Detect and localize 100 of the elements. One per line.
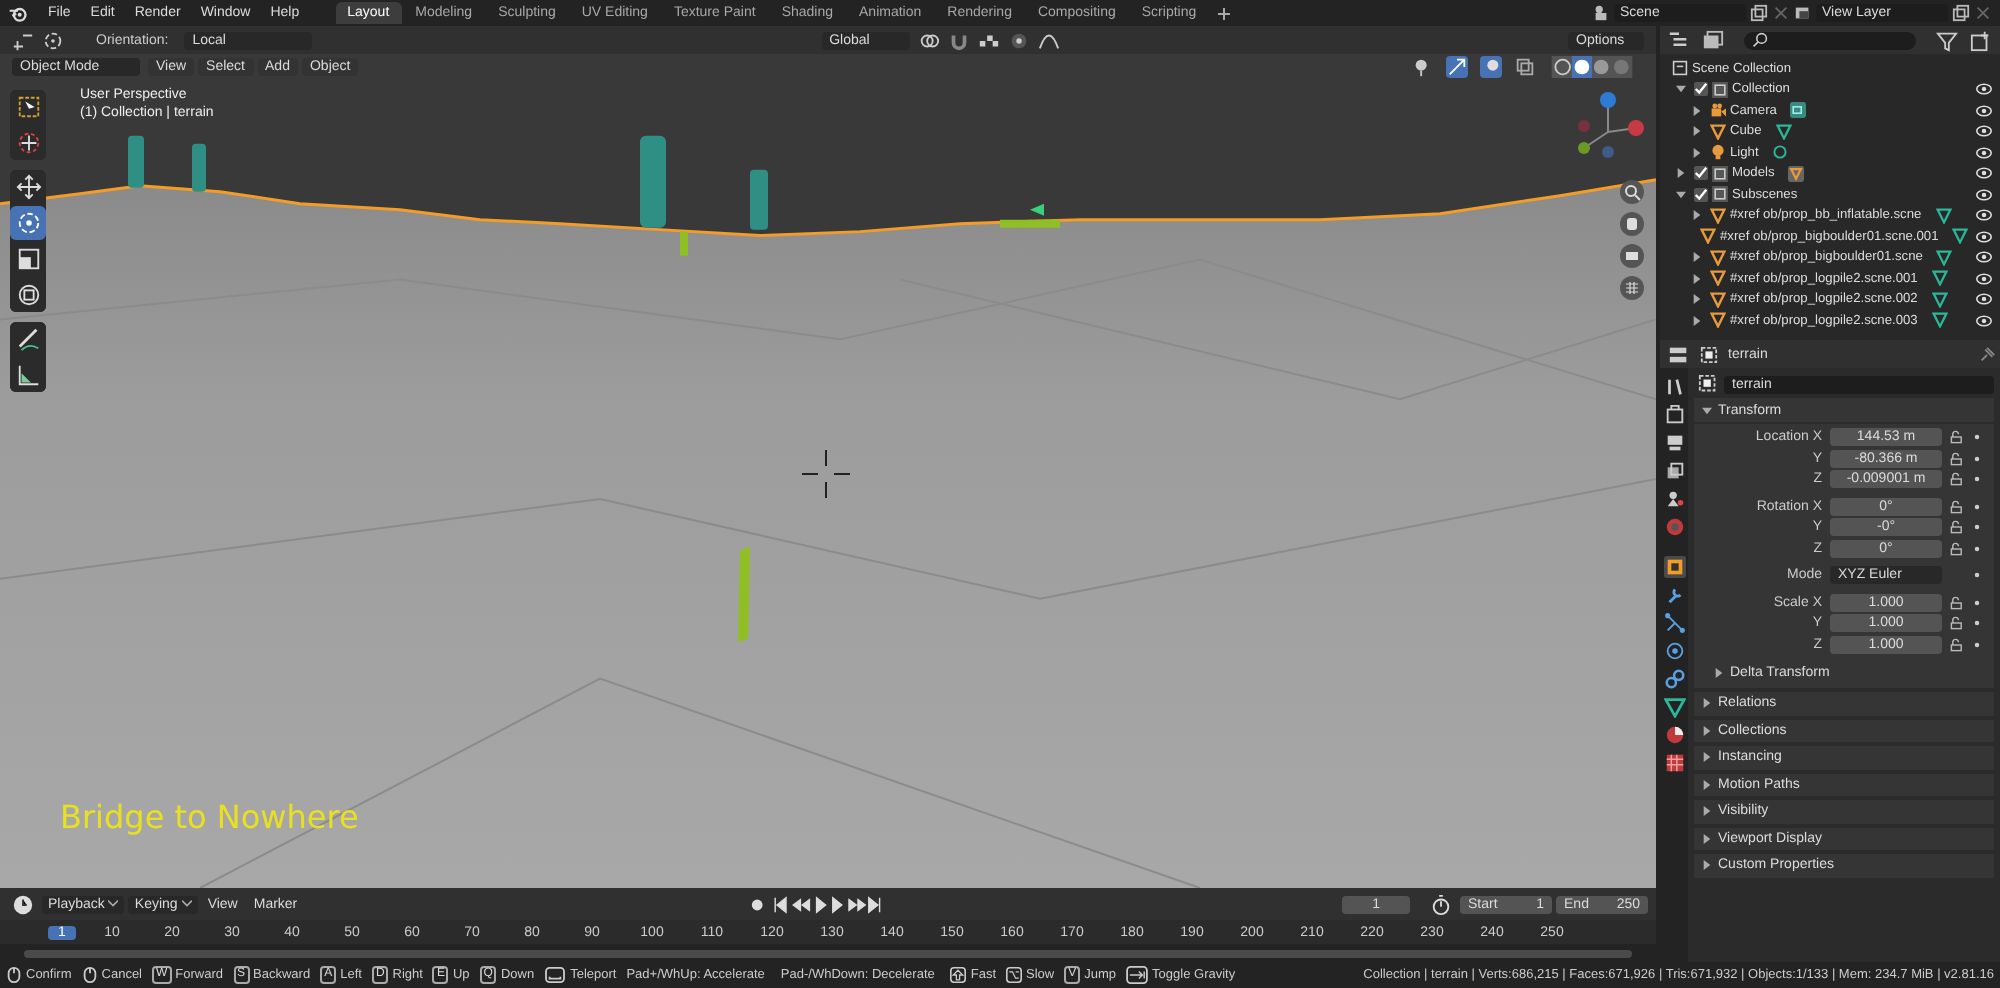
- shading-mode-icon[interactable]: [1548, 56, 1636, 78]
- keyframe-dot-icon[interactable]: [1974, 572, 1980, 579]
- physics-tab-icon[interactable]: [1663, 640, 1685, 662]
- eye-icon[interactable]: [1976, 250, 1992, 265]
- camera-icon[interactable]: [1620, 244, 1644, 268]
- grid-icon[interactable]: [1620, 276, 1644, 300]
- eye-icon[interactable]: [1976, 208, 1992, 223]
- pivot-point-icon[interactable]: [917, 29, 940, 51]
- eye-icon[interactable]: [1976, 292, 1992, 307]
- keyframe-dot-icon[interactable]: [1974, 434, 1980, 441]
- copy-icon[interactable]: [1952, 4, 1970, 22]
- object-tab-icon[interactable]: [1663, 556, 1685, 578]
- lock-icon[interactable]: [1950, 520, 1964, 535]
- checkbox[interactable]: [1694, 166, 1708, 181]
- keyframe-dot-icon[interactable]: [1974, 455, 1980, 462]
- camera-data-icon[interactable]: [1790, 102, 1807, 119]
- modifier-tab-icon[interactable]: [1663, 584, 1685, 606]
- collection-icon: [1712, 81, 1728, 98]
- expand-down-icon[interactable]: [1676, 84, 1686, 95]
- data-tab-icon[interactable]: [1663, 696, 1685, 718]
- gizmo-toggle-icon[interactable]: [1446, 56, 1468, 78]
- texture-tab-icon[interactable]: [1663, 752, 1685, 774]
- lock-icon[interactable]: [1950, 616, 1964, 631]
- expand-down-icon: [1702, 405, 1712, 415]
- lock-icon[interactable]: [1950, 637, 1964, 652]
- mesh-data-icon[interactable]: [1788, 165, 1805, 182]
- expand-down-icon[interactable]: [1676, 189, 1686, 200]
- caret-icon: [181, 900, 192, 908]
- eye-icon[interactable]: [1976, 313, 1992, 328]
- expand-right-icon[interactable]: [1692, 210, 1702, 221]
- clock-icon[interactable]: [12, 893, 34, 915]
- lock-icon[interactable]: [1950, 541, 1964, 556]
- proportional-edit-icon[interactable]: [1007, 29, 1030, 51]
- tab-key-icon: [1126, 966, 1149, 984]
- spacebar-icon: [544, 966, 567, 984]
- hand-icon[interactable]: [1620, 212, 1644, 236]
- eye-icon[interactable]: [1976, 124, 1992, 139]
- view-layer-tab-icon[interactable]: [1663, 460, 1685, 482]
- particles-tab-icon[interactable]: [1663, 612, 1685, 634]
- stopwatch-icon[interactable]: [1430, 893, 1453, 915]
- output-tab-icon[interactable]: [1663, 432, 1685, 454]
- zoom-icon[interactable]: [1620, 180, 1644, 204]
- transform-tool-icon[interactable]: [10, 278, 46, 312]
- checkbox[interactable]: [1694, 187, 1708, 202]
- outliner-editor-icon[interactable]: [1668, 29, 1690, 51]
- xray-icon[interactable]: [1514, 56, 1536, 78]
- lock-icon[interactable]: [1950, 472, 1964, 487]
- light-bulb-icon: [1710, 144, 1726, 161]
- shift-key-icon: [950, 966, 967, 984]
- lock-icon[interactable]: [1950, 595, 1964, 610]
- eye-icon[interactable]: [1976, 229, 1993, 244]
- transform-pivot-icon[interactable]: [12, 29, 34, 51]
- blender-logo-icon[interactable]: [8, 3, 28, 23]
- overlay-toggle-icon[interactable]: [1480, 56, 1502, 78]
- copy-icon[interactable]: [1750, 4, 1768, 22]
- falloff-curve-icon[interactable]: [1037, 29, 1060, 51]
- display-mode-icon[interactable]: [1702, 29, 1724, 51]
- keyframe-dot-icon[interactable]: [1974, 620, 1980, 627]
- pin-icon[interactable]: [1978, 345, 1996, 363]
- rotate-tool-icon[interactable]: [10, 206, 46, 240]
- eye-icon[interactable]: [1976, 187, 1992, 202]
- object-icon[interactable]: [1698, 373, 1720, 395]
- lock-icon[interactable]: [1950, 430, 1964, 445]
- scene-tab-icon[interactable]: [1663, 488, 1685, 510]
- expand-right-icon: [1714, 668, 1724, 678]
- caption-text: Bridge to Nowhere: [60, 798, 359, 836]
- tool-tab-icon[interactable]: [1663, 376, 1685, 398]
- expand-right-icon: [1702, 725, 1712, 736]
- keyframe-dot-icon[interactable]: [1974, 503, 1980, 510]
- search-field[interactable]: [1744, 31, 1916, 49]
- mesh-data-icon[interactable]: [1775, 123, 1792, 140]
- lock-icon[interactable]: [1950, 451, 1964, 466]
- view-layer-icon[interactable]: [1794, 4, 1812, 22]
- render-tab-icon[interactable]: [1663, 404, 1685, 426]
- eye-icon[interactable]: [1976, 145, 1992, 160]
- keyframe-dot-icon[interactable]: [1974, 476, 1980, 483]
- light-data-icon[interactable]: [1772, 144, 1789, 161]
- keyframe-dot-icon[interactable]: [1974, 641, 1980, 648]
- eye-icon[interactable]: [1976, 82, 1992, 97]
- new-collection-icon[interactable]: [1970, 29, 1992, 51]
- filter-icon[interactable]: [1936, 29, 1958, 51]
- mesh-triangle-icon: [1710, 123, 1726, 140]
- keyframe-dot-icon[interactable]: [1974, 524, 1980, 531]
- keyframe-dot-icon[interactable]: [1974, 599, 1980, 606]
- keyframe-dot-icon[interactable]: [1974, 545, 1980, 552]
- material-tab-icon[interactable]: [1663, 724, 1685, 746]
- cursor-tool-icon[interactable]: [10, 126, 46, 160]
- eye-icon[interactable]: [1976, 271, 1992, 286]
- properties-editor-icon[interactable]: [1668, 343, 1690, 365]
- select-tool-icon[interactable]: [10, 90, 46, 124]
- eye-icon[interactable]: [1976, 103, 1992, 118]
- scene-icon[interactable]: [1592, 4, 1610, 22]
- checkbox[interactable]: [1694, 82, 1708, 97]
- eye-icon[interactable]: [1976, 166, 1992, 181]
- constraint-tab-icon[interactable]: [1663, 668, 1685, 690]
- move-tool-icon[interactable]: [10, 170, 46, 204]
- expand-right-icon: [1702, 806, 1712, 817]
- annotate-tool-icon[interactable]: [10, 322, 46, 356]
- lock-icon[interactable]: [1950, 499, 1964, 514]
- rotate-tool-icon[interactable]: [42, 29, 64, 51]
